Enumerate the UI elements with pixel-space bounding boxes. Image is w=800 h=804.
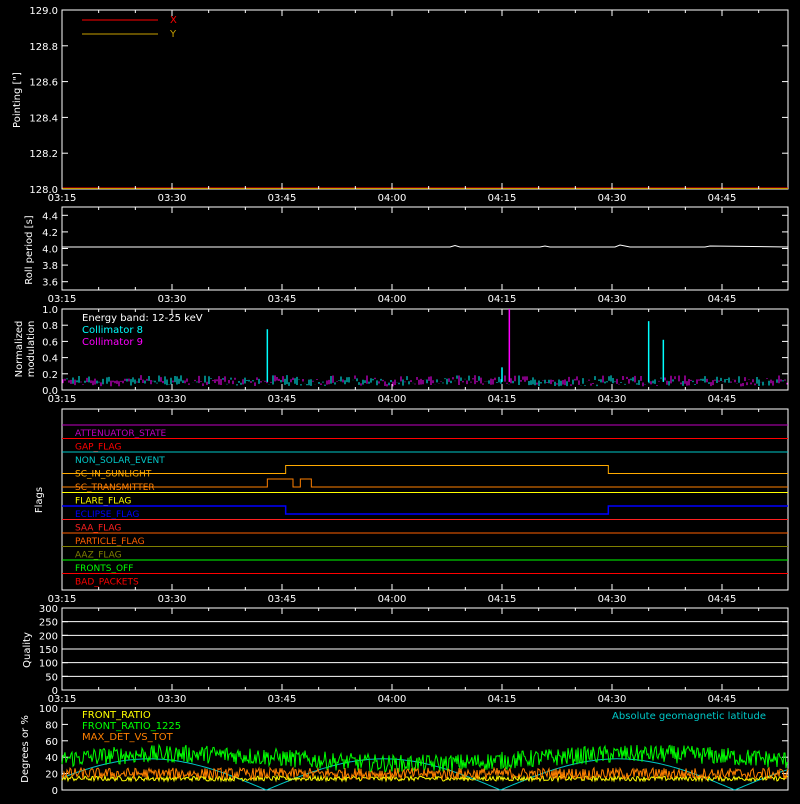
- xtick-label: 04:45: [708, 294, 737, 305]
- energy-band-annotation: Energy band: 12-25 keV: [82, 313, 203, 324]
- ytick-label: 80: [45, 720, 58, 731]
- ytick-label: 150: [39, 645, 58, 656]
- roll-ylabel: Roll period [s]: [24, 215, 35, 284]
- ytick-label: 100: [39, 659, 58, 670]
- xtick-label: 03:30: [158, 694, 187, 705]
- xtick-label: 04:00: [378, 694, 407, 705]
- flags-ylabel: Flags: [34, 487, 45, 513]
- ytick-label: 250: [39, 618, 58, 629]
- ytick-label: 60: [45, 737, 58, 748]
- flag-label: NON_SOLAR_EVENT: [75, 456, 165, 466]
- ytick-label: 128.8: [29, 42, 58, 53]
- modulation-ylabel-2: modulation: [26, 321, 37, 378]
- xtick-label: 04:15: [488, 694, 517, 705]
- ytick-label: 3.8: [42, 261, 58, 272]
- xtick-label: 04:00: [378, 294, 407, 305]
- xtick-label: 04:15: [488, 193, 517, 204]
- xtick-label: 03:45: [268, 694, 297, 705]
- ytick-label: 0.4: [42, 354, 58, 365]
- ytick-label: 129.0: [29, 6, 58, 17]
- legend-max-det-vs-tot: MAX_DET_VS_TOT: [82, 732, 174, 743]
- ytick-label: 4.4: [42, 211, 58, 222]
- xtick-label: 03:30: [158, 294, 187, 305]
- flag-label: SC_IN_SUNLIGHT: [75, 470, 152, 480]
- flag-label: BAD_PACKETS: [75, 578, 139, 588]
- xtick-label: 04:30: [598, 694, 627, 705]
- xtick-label: 04:15: [488, 394, 517, 405]
- legend-collimator-8: Collimator 8: [82, 325, 143, 336]
- ytick-label: 0.2: [42, 370, 58, 381]
- ytick-label: 300: [39, 604, 58, 615]
- ratios-ylabel: Degrees or %: [20, 715, 31, 783]
- ytick-label: 0.6: [42, 337, 58, 348]
- flag-label: SC_TRANSMITTER: [75, 483, 155, 493]
- ytick-label: 40: [45, 753, 58, 764]
- xtick-label: 04:45: [708, 193, 737, 204]
- xtick-label: 04:15: [488, 294, 517, 305]
- ytick-label: 128.4: [29, 113, 58, 124]
- ytick-label: 3.6: [42, 278, 58, 289]
- modulation-ylabel-1: Normalized: [14, 321, 25, 378]
- xtick-label: 03:45: [268, 294, 297, 305]
- xtick-label: 03:15: [48, 394, 77, 405]
- ytick-label: 50: [45, 672, 58, 683]
- flag-label: GAP_FLAG: [75, 443, 121, 453]
- flag-label: ECLIPSE_FLAG: [75, 510, 139, 520]
- xtick-label: 04:00: [378, 594, 407, 605]
- legend-front-ratio-1225: FRONT_RATIO_1225: [82, 721, 181, 732]
- flag-label: FRONTS_OFF: [75, 564, 133, 574]
- xtick-label: 03:30: [158, 193, 187, 204]
- xtick-label: 03:30: [158, 394, 187, 405]
- xtick-label: 04:00: [378, 394, 407, 405]
- legend-collimator-9: Collimator 9: [82, 337, 143, 348]
- xtick-label: 03:30: [158, 594, 187, 605]
- xtick-label: 04:00: [378, 193, 407, 204]
- xtick-label: 03:45: [268, 394, 297, 405]
- xtick-label: 04:45: [708, 694, 737, 705]
- xtick-label: 04:30: [598, 594, 627, 605]
- flag-label: ATTENUATOR_STATE: [75, 429, 167, 439]
- legend-y-label: Y: [169, 29, 177, 40]
- xtick-label: 04:30: [598, 193, 627, 204]
- ytick-label: 4.2: [42, 228, 58, 239]
- legend-front-ratio: FRONT_RATIO: [82, 710, 151, 721]
- xtick-label: 03:45: [268, 594, 297, 605]
- flag-label: AAZ_FLAG: [75, 551, 122, 561]
- xtick-label: 04:45: [708, 394, 737, 405]
- xtick-label: 04:45: [708, 594, 737, 605]
- xtick-label: 04:15: [488, 594, 517, 605]
- xtick-label: 03:15: [48, 193, 77, 204]
- flag-label: FLARE_FLAG: [75, 497, 131, 507]
- pointing-ylabel: Pointing ["]: [12, 72, 23, 128]
- xtick-label: 04:30: [598, 394, 627, 405]
- geomagnetic-latitude-label: Absolute geomagnetic latitude: [612, 711, 766, 722]
- ytick-label: 1.0: [42, 305, 58, 316]
- xtick-label: 03:45: [268, 193, 297, 204]
- ytick-label: 0.8: [42, 321, 58, 332]
- xtick-label: 04:30: [598, 294, 627, 305]
- orbit-summary-figure: Pointing ["] 128.0128.2128.4128.6128.812…: [0, 0, 800, 800]
- flag-label: SAA_FLAG: [75, 524, 121, 534]
- ytick-label: 4.0: [42, 245, 58, 256]
- flag-label: PARTICLE_FLAG: [75, 537, 145, 547]
- ytick-label: 0: [52, 786, 58, 797]
- quality-ylabel: Quality: [22, 632, 33, 668]
- ytick-label: 100: [39, 704, 58, 715]
- ytick-label: 200: [39, 631, 58, 642]
- ytick-label: 128.6: [29, 78, 58, 89]
- legend-x-label: X: [170, 15, 177, 26]
- xtick-label: 03:15: [48, 294, 77, 305]
- ytick-label: 128.2: [29, 149, 58, 160]
- ytick-label: 20: [45, 770, 58, 781]
